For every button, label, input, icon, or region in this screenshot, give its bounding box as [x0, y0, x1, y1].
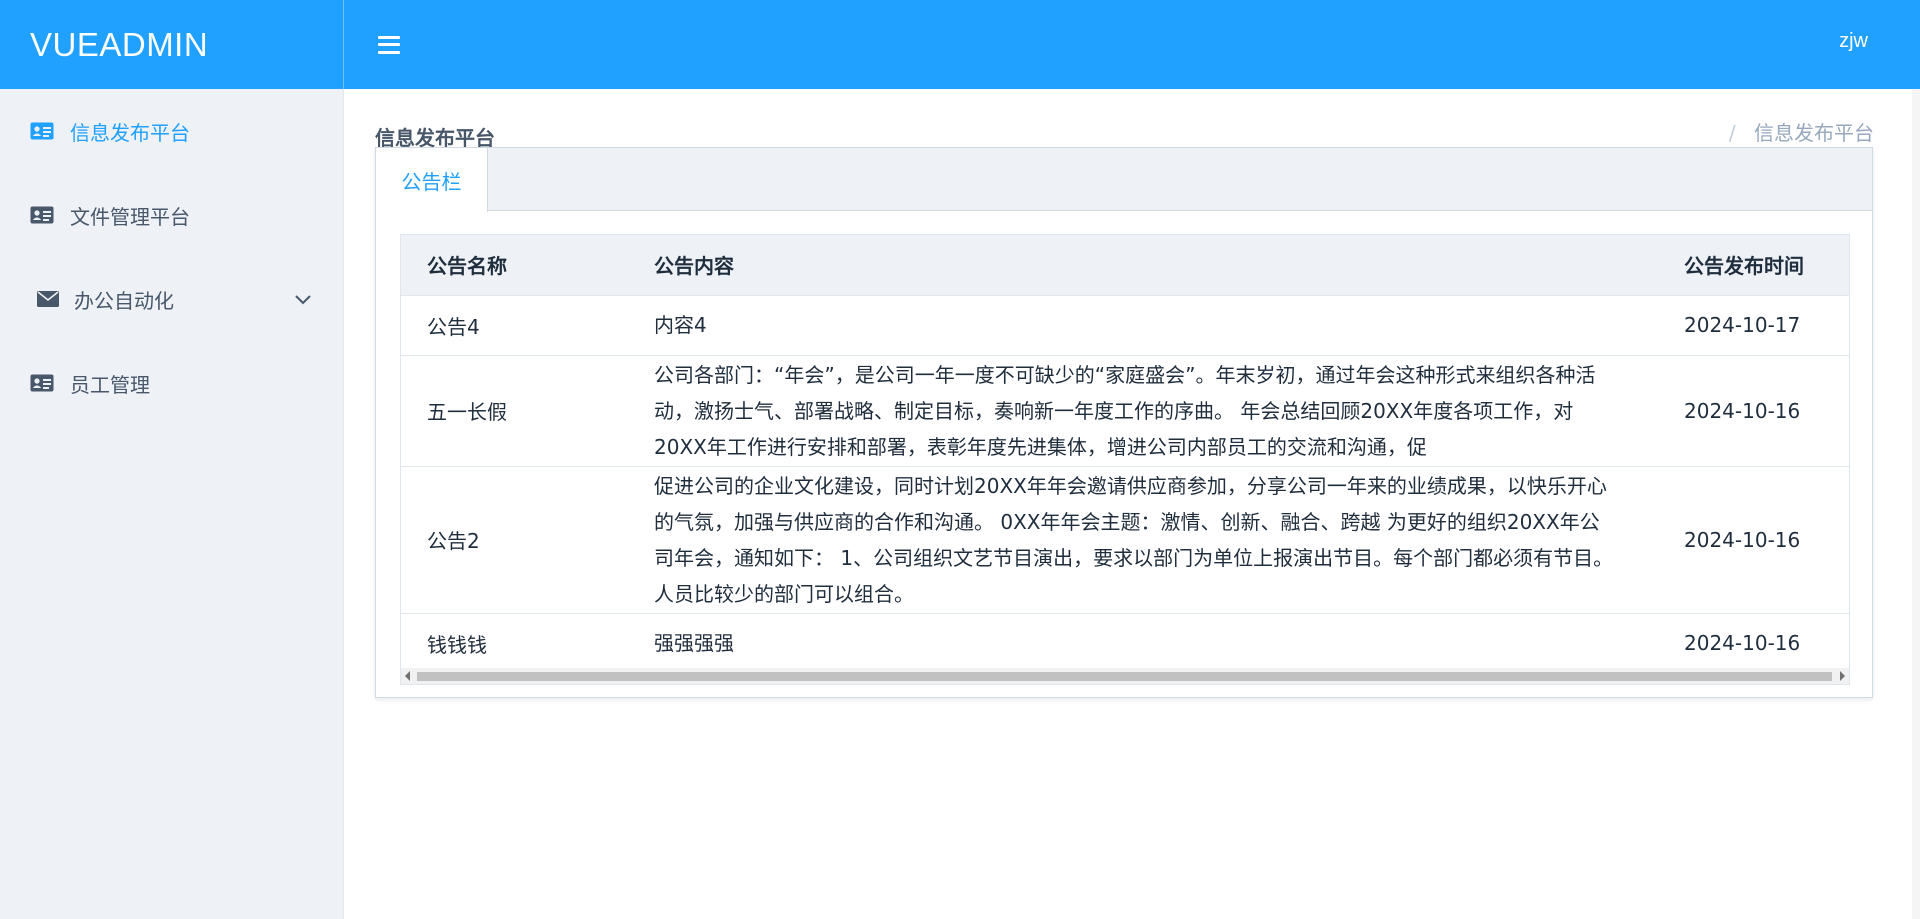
tabs-header: 公告栏: [376, 148, 1872, 212]
envelope-icon: [36, 290, 60, 308]
table-row[interactable]: 公告4 内容4 2024-10-17: [401, 295, 1849, 356]
id-card-icon: [30, 122, 54, 140]
table-header-row: 公告名称 公告内容 公告发布时间: [401, 235, 1849, 296]
table-row[interactable]: 钱钱钱 强强强强 2024-10-16: [401, 613, 1849, 674]
vertical-scrollbar[interactable]: [1912, 89, 1920, 919]
sidebar-item-info-platform[interactable]: 信息发布平台: [0, 89, 343, 173]
table-row[interactable]: 五一长假 公司各部门：“年会”，是公司一年一度不可缺少的“家庭盛会”。年末岁初，…: [401, 355, 1849, 467]
id-card-icon: [30, 206, 54, 224]
sidebar-item-label: 员工管理: [70, 372, 150, 397]
tabs-card: 公告栏 公告名称 公告内容 公告发布时间 公告4 内容4 2024-10-17 …: [375, 147, 1873, 698]
cell-date: 2024-10-16: [1658, 355, 1849, 467]
scroll-right-arrow-icon[interactable]: [1840, 671, 1845, 681]
top-bar: VUEADMIN zjw: [0, 0, 1920, 89]
chevron-down-icon[interactable]: [293, 289, 313, 309]
sidebar-item-label: 信息发布平台: [70, 120, 190, 145]
tab-announcement-board[interactable]: 公告栏: [376, 148, 488, 212]
cell-content: 内容4: [628, 295, 1658, 356]
hamburger-menu-icon[interactable]: [378, 35, 400, 54]
table-row[interactable]: 公告2 促进公司的企业文化建设，同时计划20XX年年会邀请供应商参加，分享公司一…: [401, 466, 1849, 614]
sidebar-item-label: 办公自动化: [74, 288, 174, 313]
cell-date: 2024-10-16: [1658, 613, 1849, 674]
cell-content: 强强强强: [628, 613, 1658, 674]
cell-name: 公告2: [401, 466, 628, 614]
main-content: 信息发布平台 / 信息发布平台 公告栏 公告名称 公告内容 公告发布时间 公告4…: [345, 89, 1920, 919]
sidebar-item-staff-management[interactable]: 员工管理: [0, 341, 343, 425]
column-header-name: 公告名称: [401, 235, 628, 296]
id-card-icon: [30, 374, 54, 392]
horizontal-scrollbar[interactable]: [400, 668, 1850, 685]
sidebar: 信息发布平台 文件管理平台 办公自动化 员工管理: [0, 89, 344, 919]
cell-name: 公告4: [401, 295, 628, 356]
cell-date: 2024-10-17: [1658, 295, 1849, 356]
scroll-left-arrow-icon[interactable]: [405, 671, 410, 681]
sidebar-item-file-platform[interactable]: 文件管理平台: [0, 173, 343, 257]
cell-content-wrap: 公司各部门：“年会”，是公司一年一度不可缺少的“家庭盛会”。年末岁初，通过年会这…: [628, 355, 1658, 467]
sidebar-item-label: 文件管理平台: [70, 204, 190, 229]
brand-logo: VUEADMIN: [0, 0, 344, 89]
cell-content: 公司各部门：“年会”，是公司一年一度不可缺少的“家庭盛会”。年末岁初，通过年会这…: [654, 362, 1596, 459]
cell-name: 钱钱钱: [401, 613, 628, 674]
cell-name: 五一长假: [401, 355, 628, 467]
sidebar-item-office-automation[interactable]: 办公自动化: [0, 257, 343, 341]
announcement-table: 公告名称 公告内容 公告发布时间 公告4 内容4 2024-10-17 五一长假: [400, 234, 1850, 685]
column-header-content: 公告内容: [628, 235, 1658, 296]
cell-content: 促进公司的企业文化建设，同时计划20XX年年会邀请供应商参加，分享公司一年来的业…: [628, 466, 1658, 614]
user-menu[interactable]: zjw: [1839, 30, 1868, 53]
column-header-date: 公告发布时间: [1658, 235, 1849, 296]
scrollbar-thumb[interactable]: [417, 672, 1832, 681]
cell-date: 2024-10-16: [1658, 466, 1849, 614]
breadcrumb: / 信息发布平台: [1729, 117, 1874, 146]
breadcrumb-separator: /: [1728, 121, 1736, 145]
breadcrumb-item[interactable]: 信息发布平台: [1754, 121, 1874, 145]
